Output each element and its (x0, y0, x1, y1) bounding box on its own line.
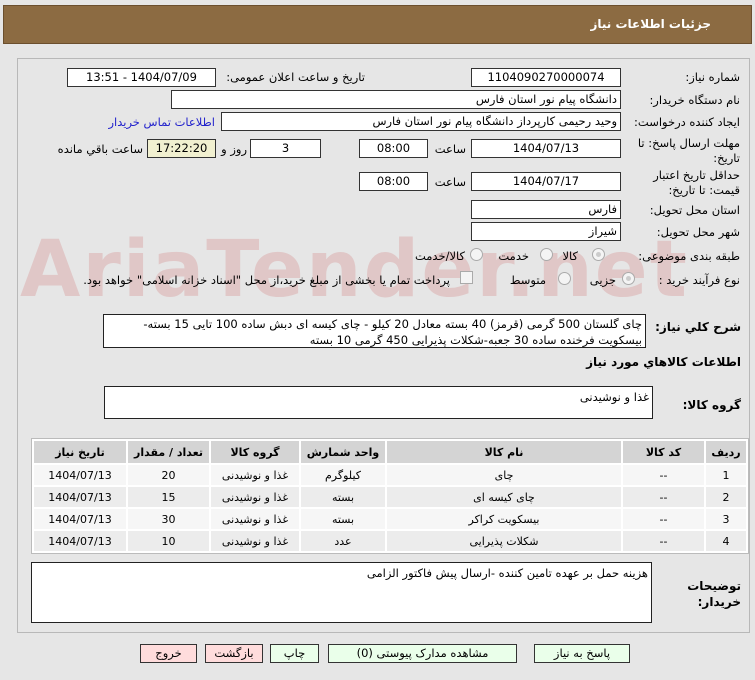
time-remaining-label: ساعت باقي مانده (57, 142, 143, 156)
reply-button[interactable]: پاسخ به نیاز (534, 644, 630, 663)
validity-time-label: ساعت (434, 175, 466, 189)
category-radio-both[interactable] (470, 248, 483, 261)
validity-date-field[interactable]: 1404/07/17 (471, 172, 621, 191)
item-name: چای (387, 465, 621, 485)
item-unit: بسته (301, 509, 385, 529)
item-quantity: 15 (128, 487, 209, 507)
col-code: کد کالا (623, 441, 704, 463)
buyer-label: نام دستگاه خریدار: (649, 93, 740, 107)
item-name: شکلات پذیرایی (387, 531, 621, 551)
deadline-time-label: ساعت (434, 142, 466, 156)
items-section-title: اطلاعات کالاهاي مورد نیاز (586, 355, 741, 369)
validity-label: حداقل تاریخ اعتبار قیمت: تا تاریخ: (653, 168, 740, 197)
row-number: 2 (706, 487, 746, 507)
creator-label: ایجاد کننده درخواست: (634, 115, 740, 129)
item-group: غذا و نوشیدنی (211, 531, 299, 551)
buyer-contact-link[interactable]: اطلاعات تماس خریدار (108, 115, 215, 129)
treasury-checkbox[interactable] (460, 271, 473, 284)
process-radio-minor[interactable] (622, 272, 635, 285)
announce-label: تاریخ و ساعت اعلان عمومی: (226, 70, 365, 84)
deadline-date-field[interactable]: 1404/07/13 (471, 139, 621, 158)
payment-note: پرداخت تمام یا بخشی از مبلغ خرید،از محل … (83, 273, 450, 287)
item-code: -- (623, 487, 704, 507)
item-date: 1404/07/13 (34, 509, 126, 529)
category-radio-service[interactable] (540, 248, 553, 261)
item-unit: کیلوگرم (301, 465, 385, 485)
days-label: روز و (221, 142, 247, 156)
description-label: شرح کلي نیاز: (655, 320, 741, 334)
item-code: -- (623, 465, 704, 485)
items-table: ردیف کد کالا نام کالا واحد شمارش گروه کا… (31, 438, 749, 554)
attachments-button[interactable]: مشاهده مدارک پیوستی (0) (328, 644, 517, 663)
process-radio-medium[interactable] (558, 272, 571, 285)
creator-field[interactable]: وحید رحیمی کارپرداز دانشگاه پیام نور است… (221, 112, 621, 131)
need-number-label: شماره نیاز: (685, 70, 740, 84)
item-group: غذا و نوشیدنی (211, 509, 299, 529)
process-option-minor: جزیی (589, 273, 616, 287)
item-date: 1404/07/13 (34, 465, 126, 485)
item-date: 1404/07/13 (34, 487, 126, 507)
category-option-both: کالا/خدمت (414, 249, 465, 263)
validity-time-field[interactable]: 08:00 (359, 172, 428, 191)
item-unit: عدد (301, 531, 385, 551)
table-row[interactable]: 1 -- چای کیلوگرم غذا و نوشیدنی 20 1404/07/13 (34, 465, 746, 485)
time-remaining-field: 17:22:20 (147, 139, 216, 158)
province-label: استان محل تحویل: (649, 203, 740, 217)
province-field[interactable]: فارس (471, 200, 621, 219)
page-header: جزئیات اطلاعات نیاز (3, 5, 752, 44)
item-code: -- (623, 531, 704, 551)
need-number-field[interactable]: 1104090270000074 (471, 68, 621, 87)
item-quantity: 30 (128, 509, 209, 529)
print-button[interactable]: چاپ (270, 644, 319, 663)
col-date: تاریخ نیاز (34, 441, 126, 463)
item-group: غذا و نوشیدنی (211, 465, 299, 485)
exit-button[interactable]: خروج (140, 644, 197, 663)
item-name: بیسکویت کراکر (387, 509, 621, 529)
city-field[interactable]: شیراز (471, 222, 621, 241)
item-name: چای کیسه ای (387, 487, 621, 507)
col-name: نام کالا (387, 441, 621, 463)
process-option-medium: متوسط (509, 273, 546, 287)
category-label: طبقه بندی موضوعی: (638, 249, 740, 263)
table-row[interactable]: 2 -- چای کیسه ای بسته غذا و نوشیدنی 15 1404/07… (34, 487, 746, 507)
col-qty: تعداد / مقدار (128, 441, 209, 463)
item-code: -- (623, 509, 704, 529)
description-field[interactable]: چای گلستان 500 گرمی (قرمز) 40 بسته معادل… (103, 314, 646, 348)
back-button[interactable]: بازگشت (205, 644, 263, 663)
item-quantity: 20 (128, 465, 209, 485)
notes-field[interactable]: هزینه حمل بر عهده تامین کننده -ارسال پیش… (31, 562, 652, 623)
item-group: غذا و نوشیدنی (211, 487, 299, 507)
row-number: 3 (706, 509, 746, 529)
notes-label: توضیحات خریدار: (687, 579, 741, 609)
row-number: 1 (706, 465, 746, 485)
page-title: جزئیات اطلاعات نیاز (590, 17, 711, 31)
col-row: ردیف (706, 441, 746, 463)
process-label: نوع فرآیند خرید : (658, 273, 740, 287)
deadline-label: مهلت ارسال پاسخ: تا تاریخ: (637, 136, 740, 165)
group-field[interactable]: غذا و نوشیدنی (104, 386, 653, 419)
category-option-service: خدمت (498, 249, 529, 263)
table-row[interactable]: 3 -- بیسکویت کراکر بسته غذا و نوشیدنی 30 1404/… (34, 509, 746, 529)
col-unit: واحد شمارش (301, 441, 385, 463)
item-date: 1404/07/13 (34, 531, 126, 551)
announce-field[interactable]: 1404/07/09 - 13:51 (67, 68, 216, 87)
deadline-time-field[interactable]: 08:00 (359, 139, 428, 158)
row-number: 4 (706, 531, 746, 551)
item-unit: بسته (301, 487, 385, 507)
item-quantity: 10 (128, 531, 209, 551)
city-label: شهر محل تحویل: (656, 225, 740, 239)
category-radio-goods[interactable] (592, 248, 605, 261)
table-row[interactable]: 4 -- شکلات پذیرایی عدد غذا و نوشیدنی 10 1404/0… (34, 531, 746, 551)
group-label: گروه کالا: (682, 398, 741, 412)
buyer-field[interactable]: دانشگاه پیام نور استان فارس (171, 90, 621, 109)
days-remaining-field[interactable]: 3 (250, 139, 321, 158)
col-group: گروه کالا (211, 441, 299, 463)
category-option-goods: کالا (562, 249, 578, 263)
